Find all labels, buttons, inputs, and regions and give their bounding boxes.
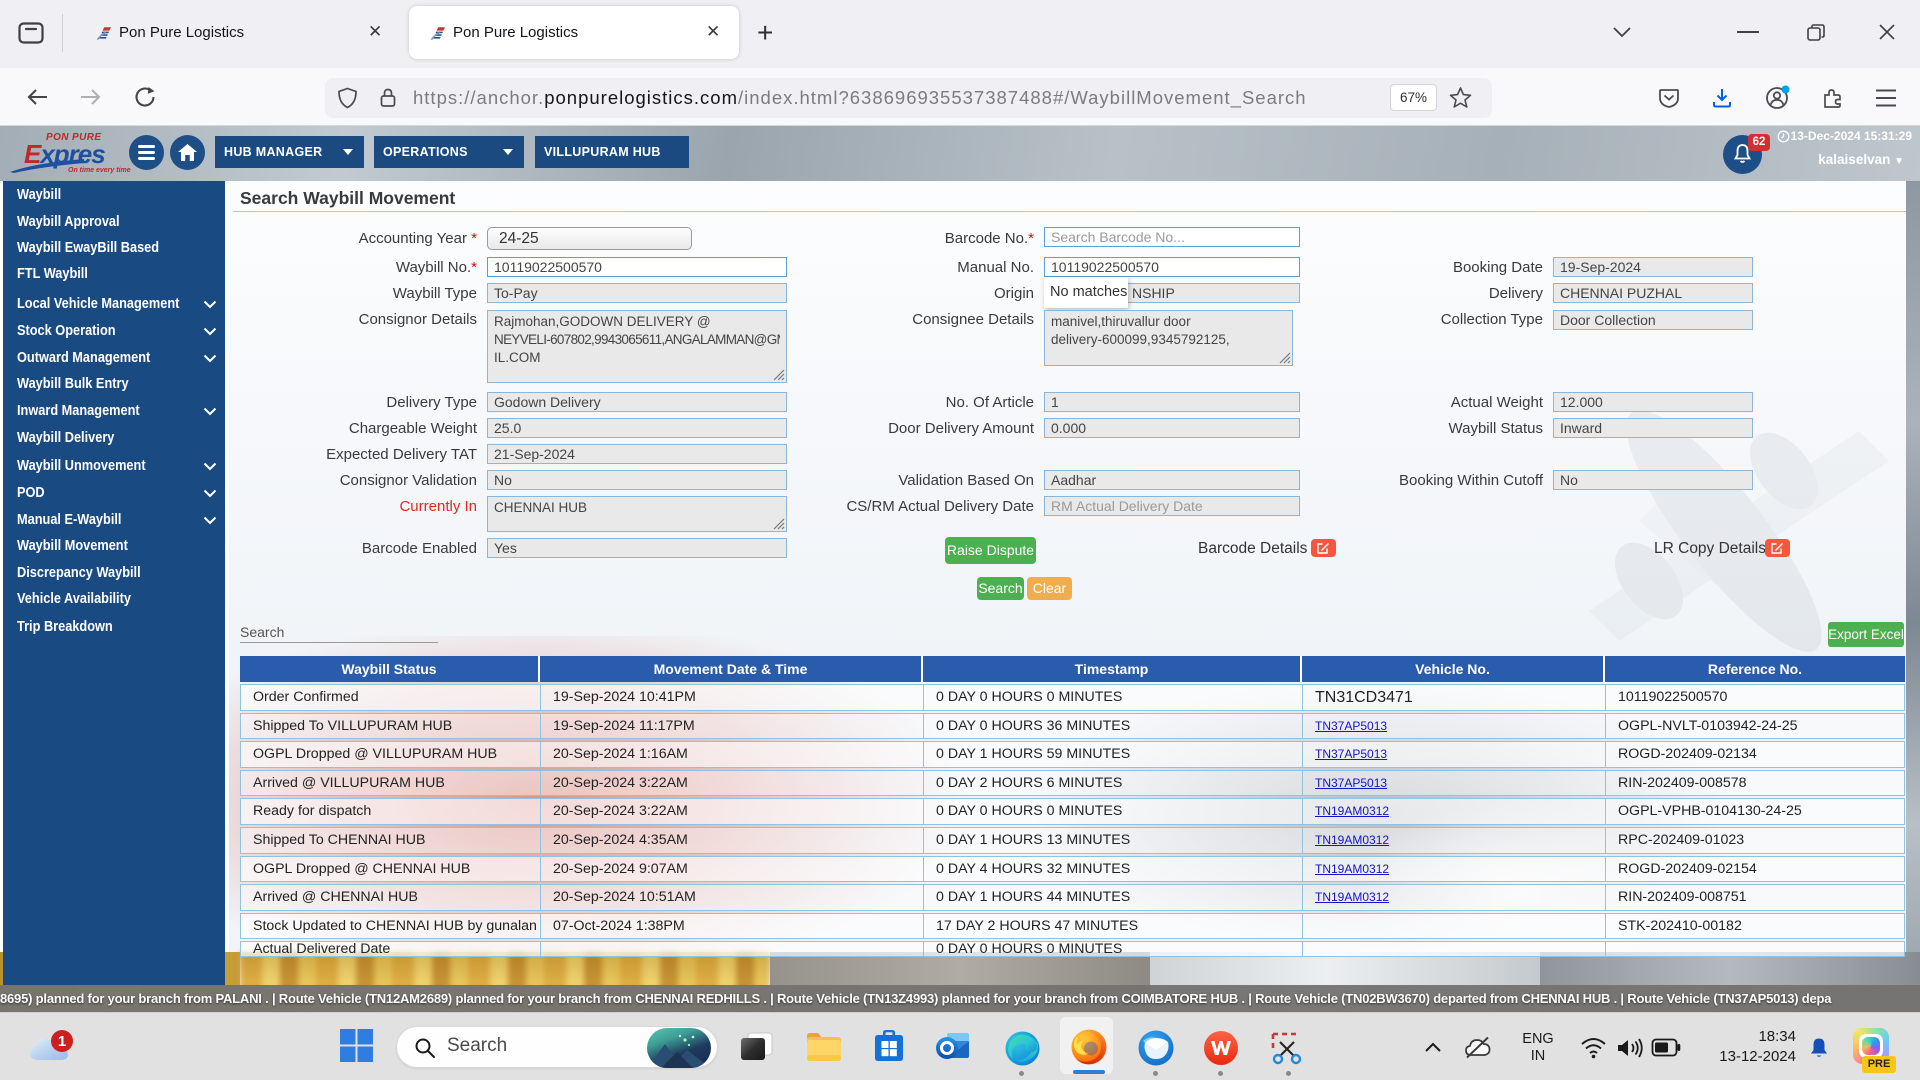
svg-text:1: 1 — [58, 1033, 66, 1050]
